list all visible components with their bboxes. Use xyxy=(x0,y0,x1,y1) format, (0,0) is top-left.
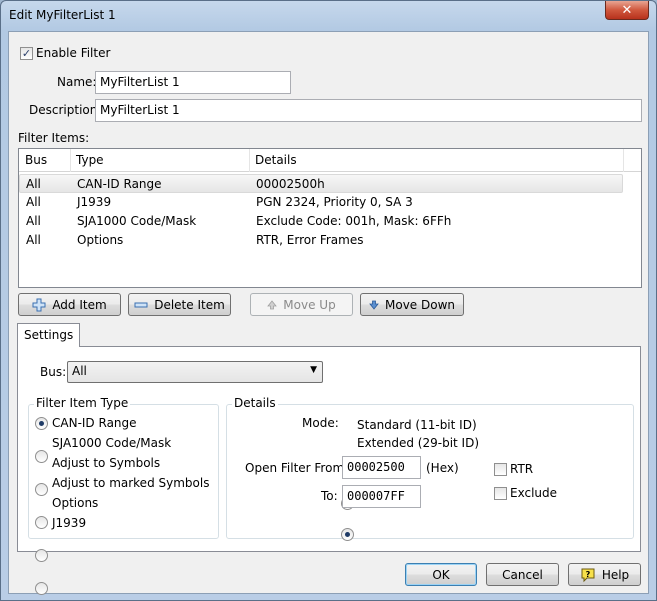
tab-settings-label: Settings xyxy=(24,328,74,342)
help-label: Help xyxy=(601,567,630,582)
radio-j1939-label[interactable]: J1939 xyxy=(52,516,86,530)
minus-icon xyxy=(134,302,148,307)
column-divider[interactable] xyxy=(623,149,624,172)
plus-icon xyxy=(32,298,46,311)
svg-text:?: ? xyxy=(585,570,590,579)
cancel-button[interactable]: Cancel xyxy=(486,563,559,586)
row-details: RTR, Error Frames xyxy=(256,233,364,247)
row-details: 00002500h xyxy=(256,177,325,191)
radio-options[interactable] xyxy=(35,549,48,562)
tab-settings[interactable]: Settings xyxy=(17,323,81,347)
radio-adjust-to-symbols-label[interactable]: Adjust to Symbols xyxy=(52,456,160,470)
name-field[interactable]: MyFilterList 1 xyxy=(95,71,291,94)
hex-label: (Hex) xyxy=(426,461,459,475)
rtr-label[interactable]: RTR xyxy=(510,462,533,476)
description-field[interactable]: MyFilterList 1 xyxy=(95,99,642,122)
dropdown-arrow-icon: ▼ xyxy=(310,365,317,375)
close-icon: ✕ xyxy=(621,2,633,18)
row-bus: All xyxy=(26,233,41,247)
radio-sja1000-code-mask[interactable] xyxy=(35,450,48,463)
bus-dropdown-value: All xyxy=(72,364,87,378)
radio-j1939[interactable] xyxy=(35,582,48,595)
cancel-label: Cancel xyxy=(502,567,543,582)
radio-mode-standard-label[interactable]: Standard (11-bit ID) xyxy=(357,418,477,432)
filter-items-list[interactable]: Bus Type Details All CAN-ID Range 000025… xyxy=(18,148,642,288)
move-up-label: Move Up xyxy=(283,297,336,312)
description-label: Description: xyxy=(29,103,102,117)
mode-label: Mode: xyxy=(302,416,339,430)
radio-can-id-range-label[interactable]: CAN-ID Range xyxy=(52,416,137,430)
row-details: Exclude Code: 001h, Mask: 6FFh xyxy=(256,214,452,228)
radio-adjust-to-symbols[interactable] xyxy=(35,483,48,496)
radio-can-id-range[interactable] xyxy=(35,417,48,430)
filter-item-type-title: Filter Item Type xyxy=(34,396,131,410)
rtr-checkbox[interactable] xyxy=(494,463,507,476)
enable-filter-checkbox[interactable]: ✓ xyxy=(20,47,33,60)
details-title: Details xyxy=(232,396,278,410)
dialog-client-area: ✓ Enable Filter Name: MyFilterList 1 Des… xyxy=(8,31,649,595)
exclude-label[interactable]: Exclude xyxy=(510,486,557,500)
list-header: Bus Type Details xyxy=(19,149,641,172)
row-type: Options xyxy=(77,233,124,247)
arrow-down-icon xyxy=(369,300,379,310)
add-item-label: Add Item xyxy=(52,297,107,312)
bus-dropdown[interactable]: All ▼ xyxy=(67,361,323,383)
radio-sja1000-label[interactable]: SJA1000 Code/Mask xyxy=(52,436,171,450)
radio-adjust-to-marked-symbols[interactable] xyxy=(35,516,48,529)
filter-from-field[interactable]: 00002500 xyxy=(342,456,421,479)
checkmark-icon: ✓ xyxy=(21,47,32,60)
move-down-button[interactable]: Move Down xyxy=(360,293,464,316)
column-header-bus[interactable]: Bus xyxy=(25,153,47,167)
add-item-button[interactable]: Add Item xyxy=(18,293,121,316)
radio-mode-extended[interactable] xyxy=(341,528,354,541)
column-divider[interactable] xyxy=(249,149,250,172)
row-bus: All xyxy=(26,214,41,228)
delete-item-label: Delete Item xyxy=(154,297,225,312)
row-bus: All xyxy=(26,195,41,209)
bus-label: Bus: xyxy=(40,365,67,379)
help-button[interactable]: ? Help xyxy=(568,563,641,586)
radio-options-label[interactable]: Options xyxy=(52,496,98,510)
column-divider[interactable] xyxy=(70,149,71,172)
column-header-type[interactable]: Type xyxy=(76,153,104,167)
radio-mode-extended-label[interactable]: Extended (29-bit ID) xyxy=(357,436,479,450)
radio-adjust-to-marked-symbols-label[interactable]: Adjust to marked Symbols xyxy=(52,476,209,490)
row-type: CAN-ID Range xyxy=(77,177,162,191)
filter-items-label: Filter Items: xyxy=(18,131,90,145)
arrow-up-icon xyxy=(267,299,278,309)
column-header-details[interactable]: Details xyxy=(255,153,297,167)
delete-item-button[interactable]: Delete Item xyxy=(128,293,231,316)
window-title: Edit MyFilterList 1 xyxy=(9,8,116,22)
table-row[interactable]: All CAN-ID Range 00002500h xyxy=(19,174,623,193)
exclude-checkbox[interactable] xyxy=(494,487,507,500)
row-type: SJA1000 Code/Mask xyxy=(77,214,197,228)
move-up-button[interactable]: Move Up xyxy=(250,293,353,316)
title-bar[interactable]: Edit MyFilterList 1 ✕ xyxy=(1,1,656,31)
table-row[interactable]: All SJA1000 Code/Mask Exclude Code: 001h… xyxy=(19,212,623,231)
row-bus: All xyxy=(26,177,41,191)
ok-label: OK xyxy=(432,567,450,582)
name-label: Name: xyxy=(57,75,97,89)
row-details: PGN 2324, Priority 0, SA 3 xyxy=(256,195,413,209)
table-row[interactable]: All J1939 PGN 2324, Priority 0, SA 3 xyxy=(19,193,623,212)
ok-button[interactable]: OK xyxy=(405,563,477,586)
table-row[interactable]: All Options RTR, Error Frames xyxy=(19,231,623,250)
row-type: J1939 xyxy=(77,195,112,209)
close-button[interactable]: ✕ xyxy=(605,1,649,20)
move-down-label: Move Down xyxy=(385,297,455,312)
open-filter-from-label: Open Filter From: xyxy=(245,461,349,475)
dialog-window: Edit MyFilterList 1 ✕ ✓ Enable Filter Na… xyxy=(0,0,657,601)
enable-filter-label[interactable]: Enable Filter xyxy=(36,46,110,60)
filter-to-field[interactable]: 000007FF xyxy=(342,485,421,508)
to-label: To: xyxy=(321,489,338,503)
help-question-icon: ? xyxy=(581,568,595,582)
